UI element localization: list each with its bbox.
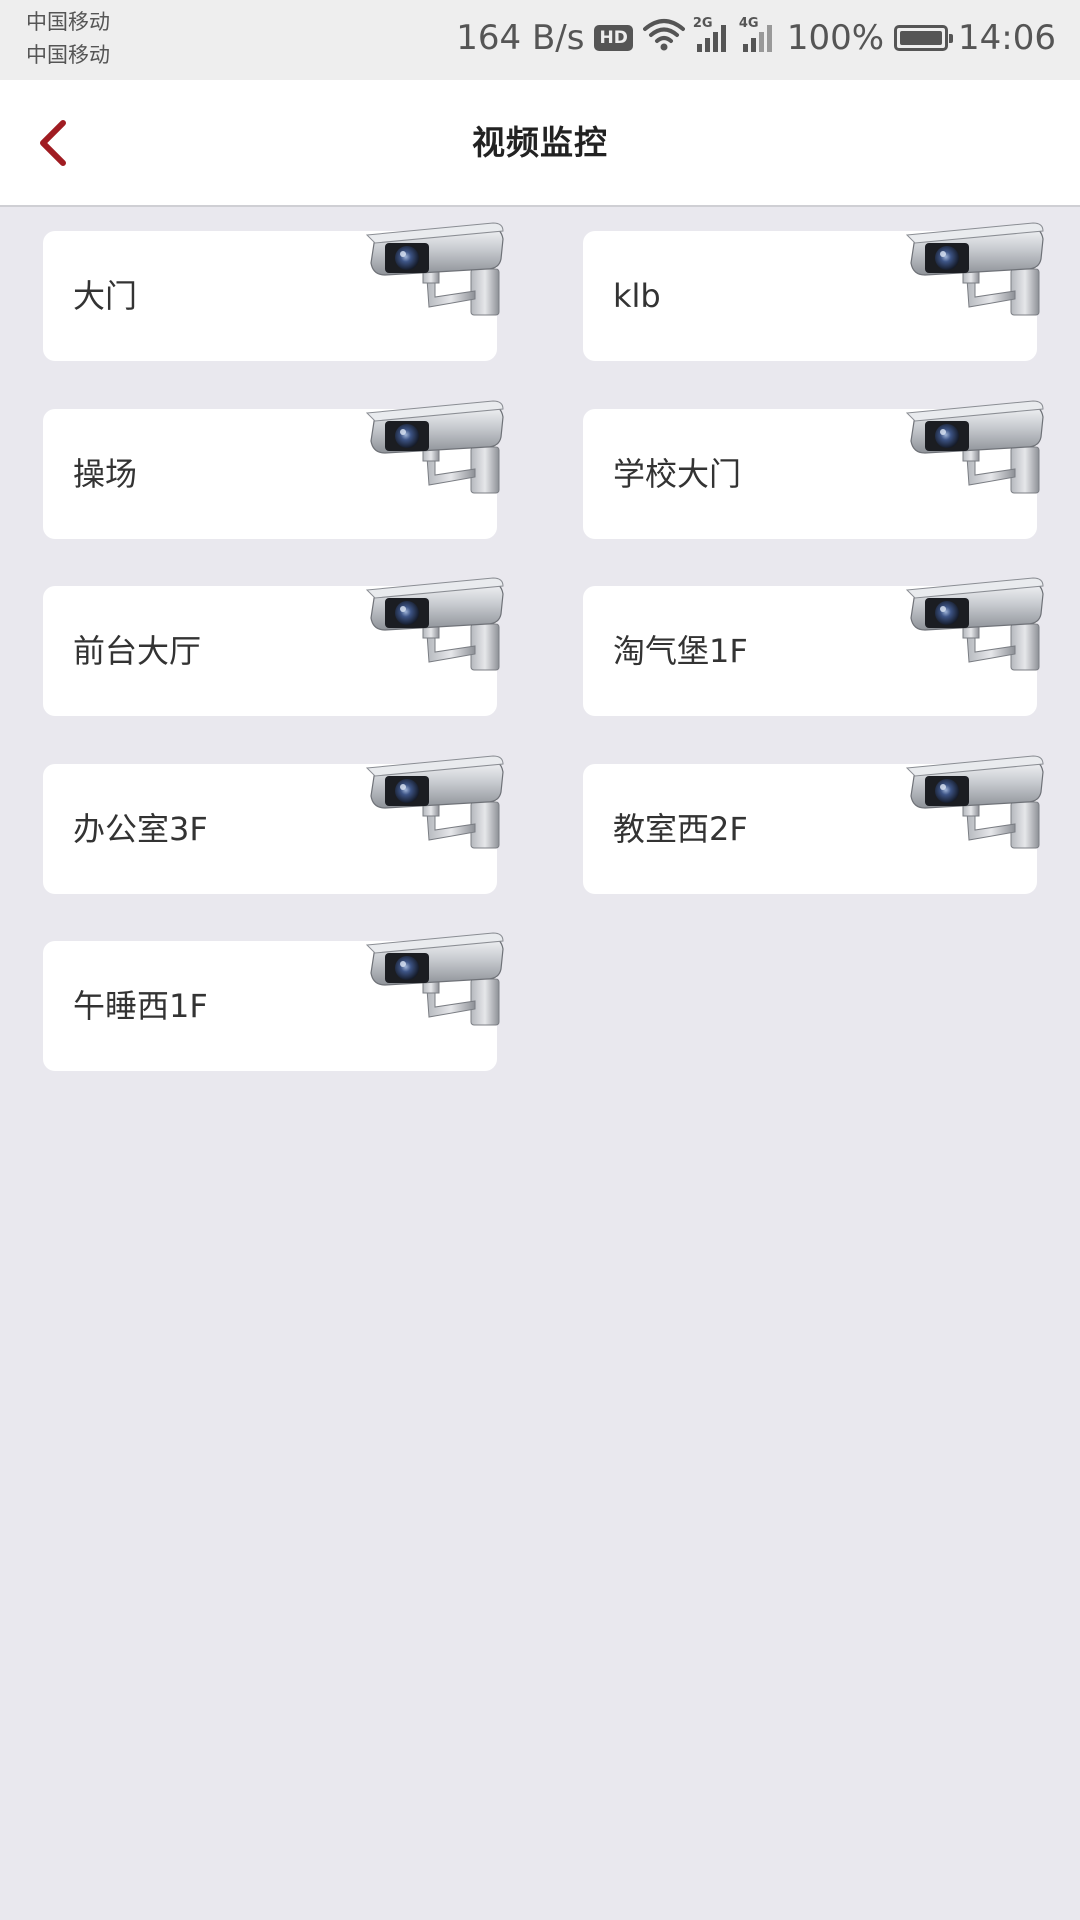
camera-label: klb (613, 277, 661, 315)
hd-badge: HD (594, 25, 633, 51)
security-camera-icon (906, 755, 1044, 849)
security-camera-icon (366, 400, 504, 494)
app-header: 视频监控 (0, 80, 1080, 207)
camera-label: 大门 (73, 277, 138, 315)
battery-percent: 100% (786, 18, 885, 58)
camera-label: 学校大门 (613, 455, 742, 493)
carrier-2-label: 中国移动 (26, 43, 110, 67)
camera-label: 操场 (73, 455, 138, 493)
network-speed: 164 B/s (456, 18, 585, 58)
camera-label: 教室西2F (613, 810, 748, 848)
camera-card[interactable]: 办公室3F (43, 755, 504, 894)
battery-icon (894, 25, 954, 51)
signal-icon-sim1: 2G (693, 16, 731, 54)
security-camera-icon (906, 577, 1044, 671)
security-camera-icon (906, 400, 1044, 494)
signal-icon-sim2: 4G (739, 16, 777, 54)
page-title: 视频监控 (472, 123, 608, 162)
security-camera-icon (366, 222, 504, 316)
camera-card[interactable]: 大门 (43, 222, 504, 361)
wifi-icon (642, 17, 685, 60)
camera-label: 办公室3F (73, 810, 208, 848)
status-indicators: 164 B/s HD 2G 4G 100% 14:06 (456, 0, 1056, 76)
camera-card[interactable]: 午睡西1F (43, 932, 504, 1071)
security-camera-icon (366, 577, 504, 671)
security-camera-icon (366, 932, 504, 1026)
camera-card[interactable]: 操场 (43, 400, 504, 539)
status-bar: 中国移动 中国移动 164 B/s HD 2G 4G 100% 14:06 (0, 0, 1080, 80)
camera-label: 淘气堡1F (613, 632, 748, 670)
clock: 14:06 (958, 18, 1056, 58)
sim2-network-tag: 4G (738, 16, 759, 31)
camera-card[interactable]: 前台大厅 (43, 577, 504, 716)
sim1-network-tag: 2G (692, 16, 713, 31)
camera-card[interactable]: 学校大门 (583, 400, 1044, 539)
camera-label: 午睡西1F (73, 987, 208, 1025)
carrier-1-label: 中国移动 (26, 10, 110, 34)
camera-label: 前台大厅 (73, 632, 202, 670)
camera-card[interactable]: 淘气堡1F (583, 577, 1044, 716)
security-camera-icon (906, 222, 1044, 316)
camera-card[interactable]: 教室西2F (583, 755, 1044, 894)
security-camera-icon (366, 755, 504, 849)
camera-card[interactable]: klb (583, 222, 1044, 361)
carrier-info: 中国移动 中国移动 (26, 6, 110, 72)
